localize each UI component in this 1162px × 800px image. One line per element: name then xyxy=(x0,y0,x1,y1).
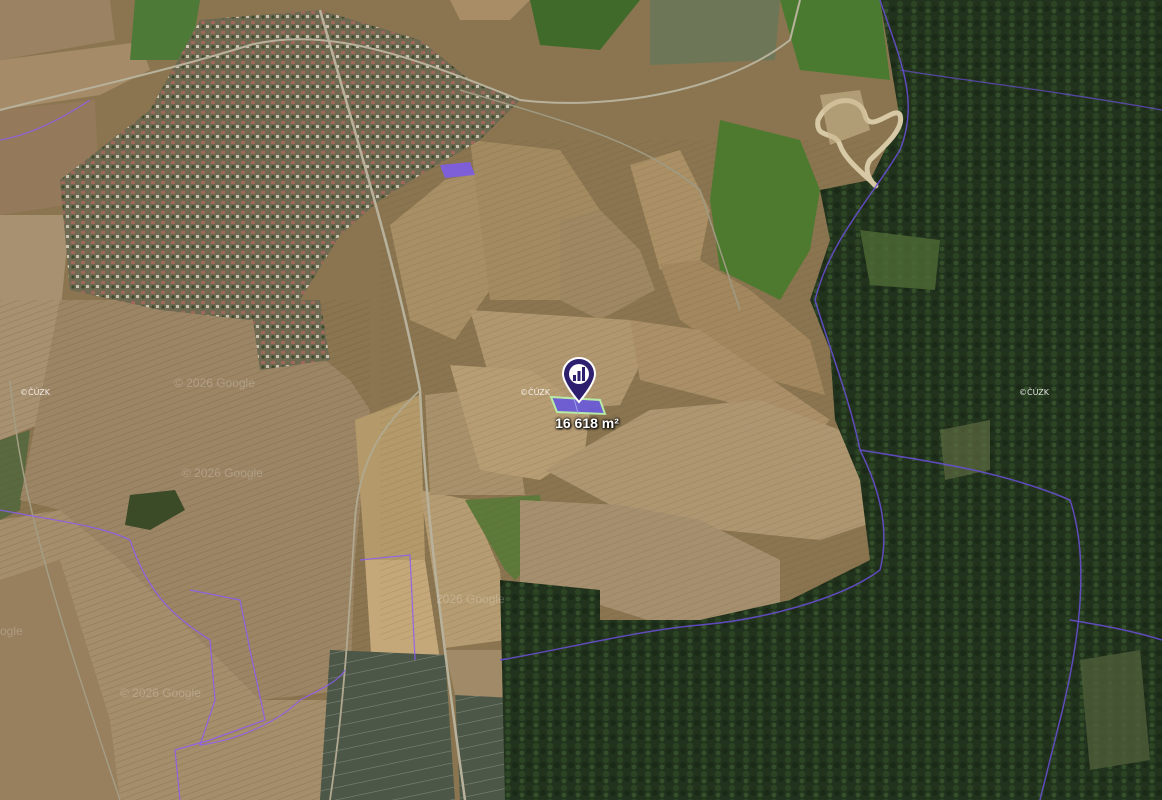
map-attribution: 2026 Google xyxy=(436,592,505,606)
parcel-area-label: 16 618 m² xyxy=(555,415,619,431)
map-marker-icon[interactable] xyxy=(559,356,599,404)
meadow xyxy=(650,0,780,65)
town xyxy=(250,300,330,370)
cadastre-attribution: ©ČÚZK xyxy=(20,388,51,397)
forest xyxy=(500,580,600,800)
map-attribution: © 2026 Google xyxy=(182,466,263,480)
cadastre-attribution: ©ČÚZK xyxy=(520,388,551,397)
clearing xyxy=(1080,650,1150,770)
map-attribution: © 2026 Google xyxy=(174,376,255,390)
cadastre-attribution: ©ČÚZK xyxy=(1019,388,1050,397)
clearing xyxy=(860,230,940,290)
map-attribution: © 2026 Google xyxy=(120,686,201,700)
clearing xyxy=(940,420,990,480)
map-attribution: ogle xyxy=(0,624,23,638)
